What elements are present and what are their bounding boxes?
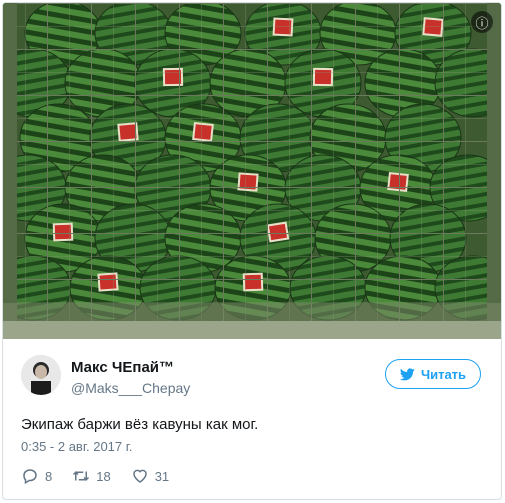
retweet-action[interactable]: 18 [72,467,111,485]
tweet-text: Экипаж баржи вёз кавуны как мог. [21,416,259,433]
reply-count: 8 [45,468,53,484]
tweet-card[interactable]: ⓘ Макс ЧЕпай™ @Maks___Chepay Читать Экип… [2,2,502,500]
info-icon[interactable]: ⓘ [471,11,493,33]
tweet-timestamp[interactable]: 0:35 - 2 авг. 2017 г. [21,439,133,454]
retweet-icon [73,471,90,481]
reply-action[interactable]: 8 [21,467,52,485]
author-handle[interactable]: @Maks___Chepay [71,380,190,396]
tweet-header: Макс ЧЕпай™ @Maks___Chepay Читать [21,353,491,403]
follow-label: Читать [420,366,467,382]
tweet-photo[interactable]: ⓘ [3,3,501,339]
follow-button[interactable]: Читать [385,359,481,389]
like-count: 31 [154,468,170,484]
avatar[interactable] [21,355,61,395]
twitter-bird-icon [399,367,415,380]
retweet-count: 18 [96,468,111,484]
like-action[interactable]: 31 [131,467,169,485]
tweet-actions: 8 18 31 [21,465,189,487]
reply-icon [23,469,37,485]
heart-icon [132,469,147,483]
author-name[interactable]: Макс ЧЕпай™ [71,359,174,376]
watermelon-cage-image [3,3,501,339]
